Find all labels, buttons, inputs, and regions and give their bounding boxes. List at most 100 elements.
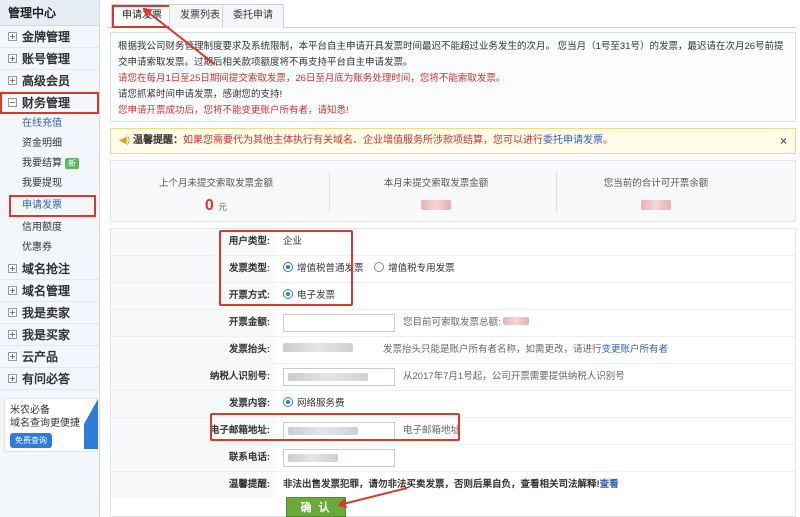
email-input[interactable] (283, 422, 395, 440)
tab-delegate-apply[interactable]: 委托申请 (222, 4, 284, 28)
radio-network-service[interactable] (283, 397, 293, 407)
email-hint: 电子邮箱地址 (403, 425, 461, 436)
change-owner-link[interactable]: 变更账户所有者 (602, 344, 669, 355)
invoice-type-label: 发票类型: (111, 256, 276, 282)
issue-method-options: 电子发票 (283, 283, 335, 309)
stat-this-month: 本月未提交索取发票金额 (351, 161, 521, 221)
expand-icon (8, 286, 17, 295)
view-interpretation-link[interactable]: 查看 (600, 479, 619, 490)
expand-icon (8, 32, 17, 41)
radio-special-invoice[interactable] (374, 262, 385, 272)
expand-icon (8, 374, 17, 383)
sidebar-sub-credit[interactable]: 信用额度 (0, 218, 99, 238)
row-issue-method: 开票方式: 电子发票 (111, 283, 795, 310)
promo-line2: 域名查询更便捷 (10, 418, 80, 429)
redacted-amount (503, 317, 530, 325)
issue-method-label: 开票方式: (111, 283, 276, 309)
row-tax-id: 纳税人识别号: 从2017年7月1号起，公司开票需要提供纳税人识别号 (111, 364, 795, 391)
header-hint: 发票抬头只能是账户所有者名称，如需更改，请进行变更账户所有者 (383, 337, 668, 363)
notice-policy: 根据我公司财务管理制度要求及系统限制，本平台自主申请开具发票时间最迟不能超过业务… (118, 41, 784, 68)
invoice-stats: 上个月未提交索取发票金额 0 元 本月未提交索取发票金额 您当前的合计可开票余额 (110, 160, 796, 222)
phone-input[interactable] (283, 449, 395, 467)
sidebar-sub-recharge[interactable]: 在线充值 (0, 114, 99, 134)
sidebar-item-vip[interactable]: 高级会员 (0, 70, 99, 92)
sidebar-item-cloud[interactable]: 云产品 (0, 346, 99, 368)
tab-bar: 申请发票 发票列表 委托申请 (107, 0, 797, 29)
sidebar-sub-invoice[interactable]: 申请发票 (9, 195, 96, 217)
free-query-button[interactable]: 免费查询 (10, 433, 52, 448)
email-label: 电子邮箱地址: (111, 418, 276, 444)
user-type-value: 企业 (283, 236, 303, 247)
row-warning: 温馨提醒: 非法出售发票犯罪，请勿非法买卖发票，否则后果自负，查看相关司法解释!… (111, 472, 795, 499)
reminder-bar: ◀) 温馨提醒：如果您需要代为其他主体执行有关域名、企业增值服务所涉款项结算，您可… (110, 128, 796, 154)
sidebar-sub-label: 我要结算 (22, 158, 62, 169)
header-label: 发票抬头: (111, 337, 276, 363)
header-value-redacted (283, 337, 353, 363)
reminder-text: 如果您需要代为其他主体执行有关域名、企业增值服务所涉款项结算，您可以进行 (183, 135, 544, 146)
invoice-notice: 根据我公司财务管理制度要求及系统限制，本平台自主申请开具发票时间最迟不能超过业务… (110, 32, 796, 122)
radio-general-invoice[interactable] (283, 262, 293, 272)
tax-id-input[interactable] (283, 368, 395, 386)
stat-unit: 元 (218, 202, 228, 212)
amount-hint: 您目前可索取发票总额: (403, 310, 530, 336)
notice-period: 请您在每月1日至25日期间提交索取发票，26日至月底为账务处理时间，您将不能索取… (118, 73, 506, 84)
sidebar-item-label: 我是卖家 (22, 306, 71, 320)
radio-electronic-invoice[interactable] (283, 289, 293, 299)
electronic-invoice-label[interactable]: 电子发票 (297, 290, 335, 301)
sidebar-item-qa[interactable]: 有问必答 (0, 368, 99, 390)
amount-hint-text: 您目前可索取发票总额: (403, 317, 501, 328)
sidebar-sub-withdraw[interactable]: 我要提现 (0, 174, 99, 194)
stat-amount: 0 (204, 197, 214, 214)
content-label: 发票内容: (111, 391, 276, 417)
sidebar-item-label: 账号管理 (22, 52, 71, 66)
stat-value: 0 元 (131, 197, 301, 215)
stat-label: 上个月未提交索取发票金额 (158, 178, 273, 189)
general-invoice-label[interactable]: 增值税普通发票 (297, 263, 364, 274)
redacted-amount (641, 200, 671, 210)
stat-balance: 您当前的合计可开票余额 (571, 161, 741, 221)
reminder-end: 。 (603, 135, 614, 146)
sidebar-item-account[interactable]: 账号管理 (0, 48, 99, 70)
speaker-icon: ◀) (119, 135, 131, 146)
sidebar-item-seller[interactable]: 我是卖家 (0, 302, 99, 324)
sidebar-item-snatch[interactable]: 域名抢注 (0, 258, 99, 280)
invoice-type-options: 增值税普通发票 增值税专用发票 (283, 256, 455, 282)
phone-label: 联系电话: (111, 445, 276, 471)
row-phone: 联系电话: (111, 445, 795, 472)
notice-owner-lock: 您申请开票成功后，您将不能变更账户所有者，请知悉! (118, 105, 349, 116)
redacted-tax-id (288, 373, 368, 381)
expand-icon (8, 352, 17, 361)
expand-icon (8, 76, 17, 85)
sidebar-item-label: 云产品 (22, 350, 59, 364)
close-icon[interactable]: × (780, 129, 787, 153)
sidebar-sub-funds[interactable]: 资金明细 (0, 134, 99, 154)
sidebar-item-buyer[interactable]: 我是买家 (0, 324, 99, 346)
sidebar-sub-settle[interactable]: 我要结算新 (0, 154, 99, 174)
warning-text: 非法出售发票犯罪，请勿非法买卖发票，否则后果自负，查看相关司法解释!查看 (283, 472, 619, 498)
sidebar-item-gold[interactable]: 金牌管理 (0, 26, 99, 48)
collapse-icon (8, 98, 17, 107)
stat-label: 您当前的合计可开票余额 (603, 178, 709, 189)
expand-icon (8, 330, 17, 339)
stat-divider (329, 171, 330, 213)
expand-icon (8, 264, 17, 273)
stat-label: 本月未提交索取发票金额 (383, 178, 489, 189)
sidebar-item-label: 金牌管理 (22, 30, 71, 44)
main-content: 申请发票 发票列表 委托申请 根据我公司财务管理制度要求及系统限制，本平台自主申… (107, 0, 797, 517)
delegate-invoice-link[interactable]: 委托申请发票 (543, 135, 603, 146)
tax-id-hint: 从2017年7月1号起，公司开票需要提供纳税人识别号 (403, 371, 625, 382)
new-badge: 新 (65, 158, 79, 169)
promo-banner[interactable]: 米农必备 域名查询更便捷 免费查询 (4, 398, 98, 452)
stat-last-month: 上个月未提交索取发票金额 0 元 (131, 161, 301, 221)
amount-input[interactable] (283, 314, 395, 332)
sidebar-item-finance[interactable]: 财务管理 (0, 92, 99, 114)
network-service-label[interactable]: 网络服务费 (297, 398, 345, 409)
row-user-type: 用户类型: 企业 (111, 229, 795, 256)
special-invoice-label[interactable]: 增值税专用发票 (388, 263, 455, 274)
sidebar-item-domains[interactable]: 域名管理 (0, 280, 99, 302)
warning-message: 非法出售发票犯罪，请勿非法买卖发票，否则后果自负，查看相关司法解释! (283, 479, 600, 490)
sidebar-sub-coupon[interactable]: 优惠券 (0, 238, 99, 258)
row-content: 发票内容: 网络服务费 (111, 391, 795, 418)
header-hint-text: 发票抬头只能是账户所有者名称，如需更改，请进行 (383, 344, 602, 355)
amount-label: 开票金额: (111, 310, 276, 336)
